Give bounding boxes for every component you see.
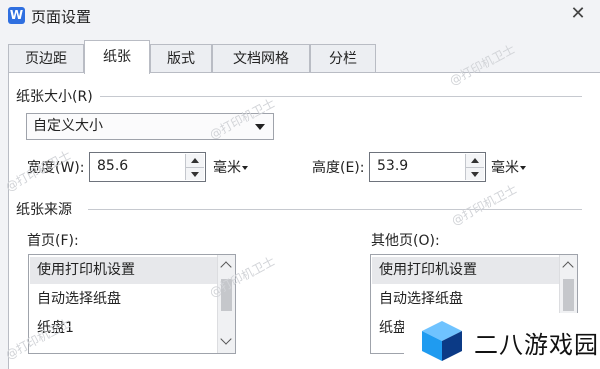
caret-down-icon <box>242 166 248 170</box>
list-item[interactable]: 自动选择纸盘 <box>372 286 559 313</box>
height-input[interactable]: 53.9 <box>369 152 486 182</box>
arrow-up-icon <box>191 158 199 163</box>
chevron-down-icon <box>255 124 265 130</box>
paper-size-selected-value: 自定义大小 <box>33 118 103 134</box>
scrollbar-thumb[interactable] <box>221 279 232 311</box>
height-increment-button[interactable] <box>466 154 484 167</box>
brand-cube-icon <box>422 321 462 361</box>
tab-columns[interactable]: 分栏 <box>310 44 376 73</box>
width-label: 宽度(W): <box>27 160 85 176</box>
caret-down-icon <box>520 166 526 170</box>
width-spinner <box>185 154 204 180</box>
section-divider <box>88 209 582 210</box>
arrow-down-icon <box>471 172 479 177</box>
paper-size-section-label: 纸张大小(R) <box>16 86 99 106</box>
scrollbar-thumb[interactable] <box>563 279 574 311</box>
list-item[interactable]: 使用打印机设置 <box>30 257 217 284</box>
height-decrement-button[interactable] <box>466 167 484 180</box>
paper-size-select[interactable]: 自定义大小 <box>26 113 274 140</box>
first-page-label: 首页(F): <box>27 233 79 249</box>
arrow-up-icon <box>471 158 479 163</box>
other-pages-label: 其他页(O): <box>371 233 440 249</box>
height-spinner <box>465 154 484 180</box>
width-decrement-button[interactable] <box>186 167 204 180</box>
arrow-down-icon <box>191 172 199 177</box>
height-unit-select[interactable]: 毫米 <box>491 157 526 177</box>
list-item[interactable]: 自动选择纸盘 <box>30 286 217 313</box>
wps-app-icon: W <box>8 7 25 24</box>
width-value: 85.6 <box>97 158 129 174</box>
list-item[interactable]: 纸盘1 <box>30 315 217 342</box>
section-divider <box>100 96 582 97</box>
tab-document-grid[interactable]: 文档网格 <box>212 44 310 73</box>
brand-badge: 二八游戏园 <box>404 313 600 369</box>
list-item[interactable]: 使用打印机设置 <box>372 257 559 284</box>
width-unit-label: 毫米 <box>213 160 241 176</box>
scroll-down-icon[interactable] <box>220 333 232 345</box>
width-unit-select[interactable]: 毫米 <box>213 157 248 177</box>
paper-source-section-label: 纸张来源 <box>16 199 78 219</box>
height-value: 53.9 <box>377 158 409 174</box>
title-bar: W 页面设置 ✕ <box>0 0 600 30</box>
tab-margins[interactable]: 页边距 <box>8 44 84 73</box>
width-increment-button[interactable] <box>186 154 204 167</box>
height-label: 高度(E): <box>312 160 365 176</box>
height-unit-label: 毫米 <box>491 160 519 176</box>
brand-name: 二八游戏园 <box>474 331 599 359</box>
scroll-up-icon[interactable] <box>220 261 232 273</box>
tab-layout[interactable]: 版式 <box>150 44 212 73</box>
tab-paper[interactable]: 纸张 <box>84 40 150 74</box>
width-input[interactable]: 85.6 <box>89 152 206 182</box>
close-button[interactable]: ✕ <box>566 2 590 26</box>
dialog-title: 页面设置 <box>31 8 92 26</box>
scroll-up-icon[interactable] <box>562 261 574 273</box>
first-page-scrollbar[interactable] <box>217 255 235 353</box>
first-page-tray-list[interactable]: 使用打印机设置 自动选择纸盘 纸盘1 <box>28 254 236 354</box>
